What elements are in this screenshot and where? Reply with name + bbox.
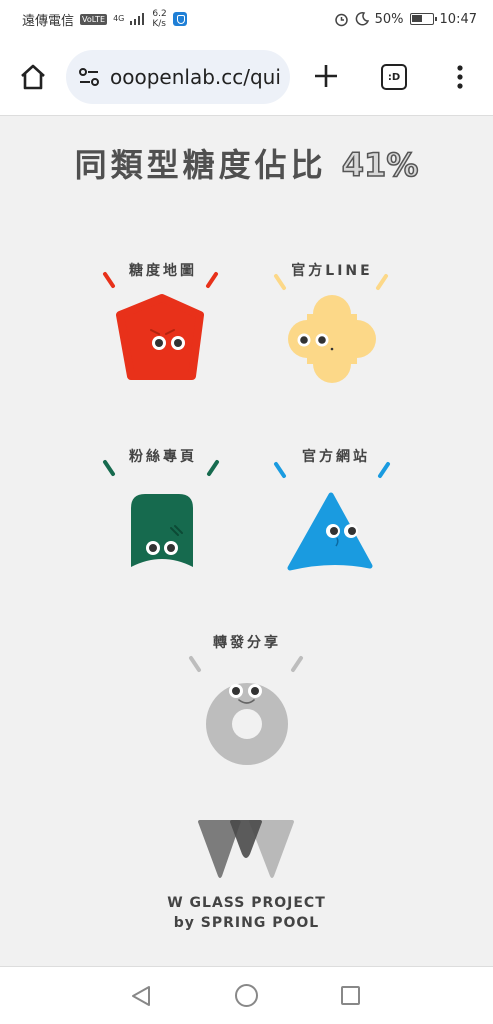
share-character-icon: [189, 656, 303, 765]
address-bar[interactable]: ooopenlab.cc/qui: [66, 50, 290, 104]
website-character-icon: [274, 462, 390, 571]
fan-page-character-icon: [103, 460, 219, 567]
tile-share[interactable]: 轉發分享: [177, 624, 317, 774]
battery-percent: 50%: [374, 11, 404, 27]
tile-sugar-map[interactable]: 糖度地圖: [93, 252, 233, 402]
home-icon[interactable]: [18, 62, 48, 92]
battery-icon: [409, 13, 437, 25]
home-nav-icon[interactable]: [235, 984, 258, 1007]
tile-official-website[interactable]: 官方網站: [266, 438, 406, 588]
more-menu-icon[interactable]: [450, 64, 470, 90]
footer-line-2: by SPRING POOL: [173, 915, 320, 931]
carrier-name: 遠傳電信: [22, 13, 75, 29]
clock: 10:47: [439, 11, 477, 27]
tile-fan-page[interactable]: 粉絲專頁: [93, 438, 233, 588]
system-navigation-bar: [0, 966, 493, 1024]
title-percent: 41%: [341, 145, 419, 185]
w-glass-project-logo: [198, 820, 294, 878]
back-icon[interactable]: [130, 985, 152, 1007]
signal-icon: [130, 13, 145, 25]
network-speed: 6.2 K/s: [152, 9, 167, 29]
url-text: ooopenlab.cc/qui: [110, 65, 281, 89]
tile-official-line[interactable]: 官方LINE: [262, 252, 402, 402]
line-character-icon: [274, 274, 388, 383]
footer-line-1: W GLASS PROJECT: [167, 895, 326, 911]
moon-icon: [355, 12, 369, 26]
site-settings-icon[interactable]: [78, 66, 100, 88]
tab-switcher-button[interactable]: :D: [381, 64, 407, 90]
new-tab-icon[interactable]: [312, 62, 340, 90]
title-text: 同類型糖度佔比: [74, 146, 327, 184]
sugar-map-character-icon: [103, 272, 218, 380]
volte-badge: VoLTE: [80, 13, 108, 25]
network-type: 4G: [113, 14, 125, 23]
footer-credits: W GLASS PROJECT by SPRING POOL: [0, 893, 493, 933]
recent-apps-icon[interactable]: [341, 986, 360, 1005]
browser-toolbar: ooopenlab.cc/qui :D: [0, 38, 493, 116]
alarm-icon: [334, 13, 348, 26]
status-bar: 遠傳電信 VoLTE 4G 6.2 K/s 50% 10:47: [0, 0, 493, 38]
page-title: 同類型糖度佔比 41%: [0, 140, 493, 186]
vpn-shield-icon: [172, 12, 187, 26]
